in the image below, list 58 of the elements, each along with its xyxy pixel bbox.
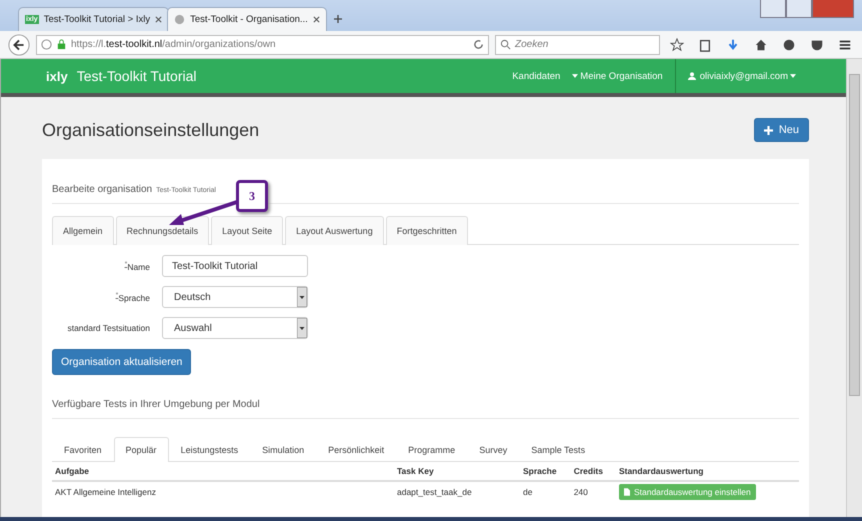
search-field[interactable]: Zoeken bbox=[495, 34, 660, 54]
user-icon bbox=[688, 72, 696, 80]
address-field[interactable]: https://l.test-toolkit.nl/admin/organizations/own bbox=[36, 34, 489, 54]
clipboard-icon[interactable] bbox=[698, 38, 712, 52]
new-button[interactable]: Neu bbox=[754, 118, 809, 142]
download-icon[interactable] bbox=[726, 38, 740, 52]
minimize-icon[interactable] bbox=[760, 0, 786, 18]
column-header: Task Key bbox=[394, 462, 520, 481]
tab[interactable]: Layout Auswertung bbox=[285, 216, 384, 245]
table-cell: AKT Allgemeine Intelligenz bbox=[52, 481, 394, 502]
page-title: Organisationseinstellungen bbox=[42, 120, 260, 140]
lock-icon bbox=[56, 39, 67, 50]
section-heading: Bearbeite organisation bbox=[52, 184, 152, 195]
maximize-icon[interactable] bbox=[786, 0, 812, 18]
browser-tab[interactable]: Test-Toolkit - Organisation... bbox=[167, 7, 327, 31]
plus-icon bbox=[764, 126, 773, 134]
tab[interactable]: Fortgeschritten bbox=[386, 216, 468, 245]
field-label: $^{*}$Name bbox=[124, 260, 150, 272]
tab[interactable]: Rechnungsdetails bbox=[116, 216, 210, 245]
tab[interactable]: Layout Seite bbox=[211, 216, 284, 245]
document-icon bbox=[624, 488, 630, 496]
callout-badge: 3 bbox=[236, 180, 268, 212]
field-label: standard Testsituation bbox=[66, 323, 150, 333]
close-icon[interactable] bbox=[155, 16, 162, 23]
home-icon[interactable] bbox=[754, 38, 768, 52]
close-icon[interactable] bbox=[312, 16, 320, 23]
column-header: Credits bbox=[570, 462, 616, 481]
caret-icon bbox=[790, 74, 796, 78]
tab[interactable]: Allgemein bbox=[52, 216, 114, 245]
tab[interactable]: Programme bbox=[396, 437, 468, 462]
select-field[interactable]: Auswahl bbox=[162, 317, 308, 339]
star-icon[interactable] bbox=[670, 38, 684, 52]
section-heading: Verfügbare Tests in Ihrer Umgebung per Modul bbox=[52, 399, 260, 410]
menu-icon[interactable] bbox=[838, 38, 852, 52]
tab[interactable]: Leistungstests bbox=[168, 437, 250, 462]
tab[interactable]: Favoriten bbox=[52, 437, 114, 462]
tab[interactable]: Simulation bbox=[250, 437, 316, 462]
scrollbar[interactable] bbox=[846, 59, 862, 517]
reload-icon[interactable] bbox=[473, 39, 484, 50]
table-cell: 240 bbox=[570, 481, 616, 502]
back-icon[interactable] bbox=[8, 34, 30, 56]
column-header: Sprache bbox=[520, 462, 571, 481]
select-field[interactable]: Deutsch bbox=[162, 286, 308, 308]
submit-button[interactable]: Organisation aktualisieren bbox=[52, 349, 192, 375]
search-icon bbox=[500, 39, 511, 50]
tab[interactable]: Survey bbox=[467, 437, 520, 462]
column-header: Standardauswertung bbox=[616, 462, 799, 481]
text-field[interactable]: Test-Toolkit Tutorial bbox=[162, 255, 308, 277]
dropdown-icon bbox=[297, 287, 307, 307]
tab[interactable]: Persönlichkeit bbox=[316, 437, 396, 462]
table-cell: adapt_test_taak_de bbox=[394, 481, 520, 502]
tab[interactable]: Populär bbox=[114, 437, 169, 462]
table-cell: de bbox=[520, 481, 571, 502]
dropdown-icon bbox=[297, 318, 307, 338]
new-tab-icon[interactable] bbox=[332, 14, 343, 24]
tab[interactable]: Sample Tests bbox=[519, 437, 598, 462]
column-header: Aufgabe bbox=[52, 462, 394, 481]
field-label: $^{*}$Sprache bbox=[114, 292, 150, 302]
